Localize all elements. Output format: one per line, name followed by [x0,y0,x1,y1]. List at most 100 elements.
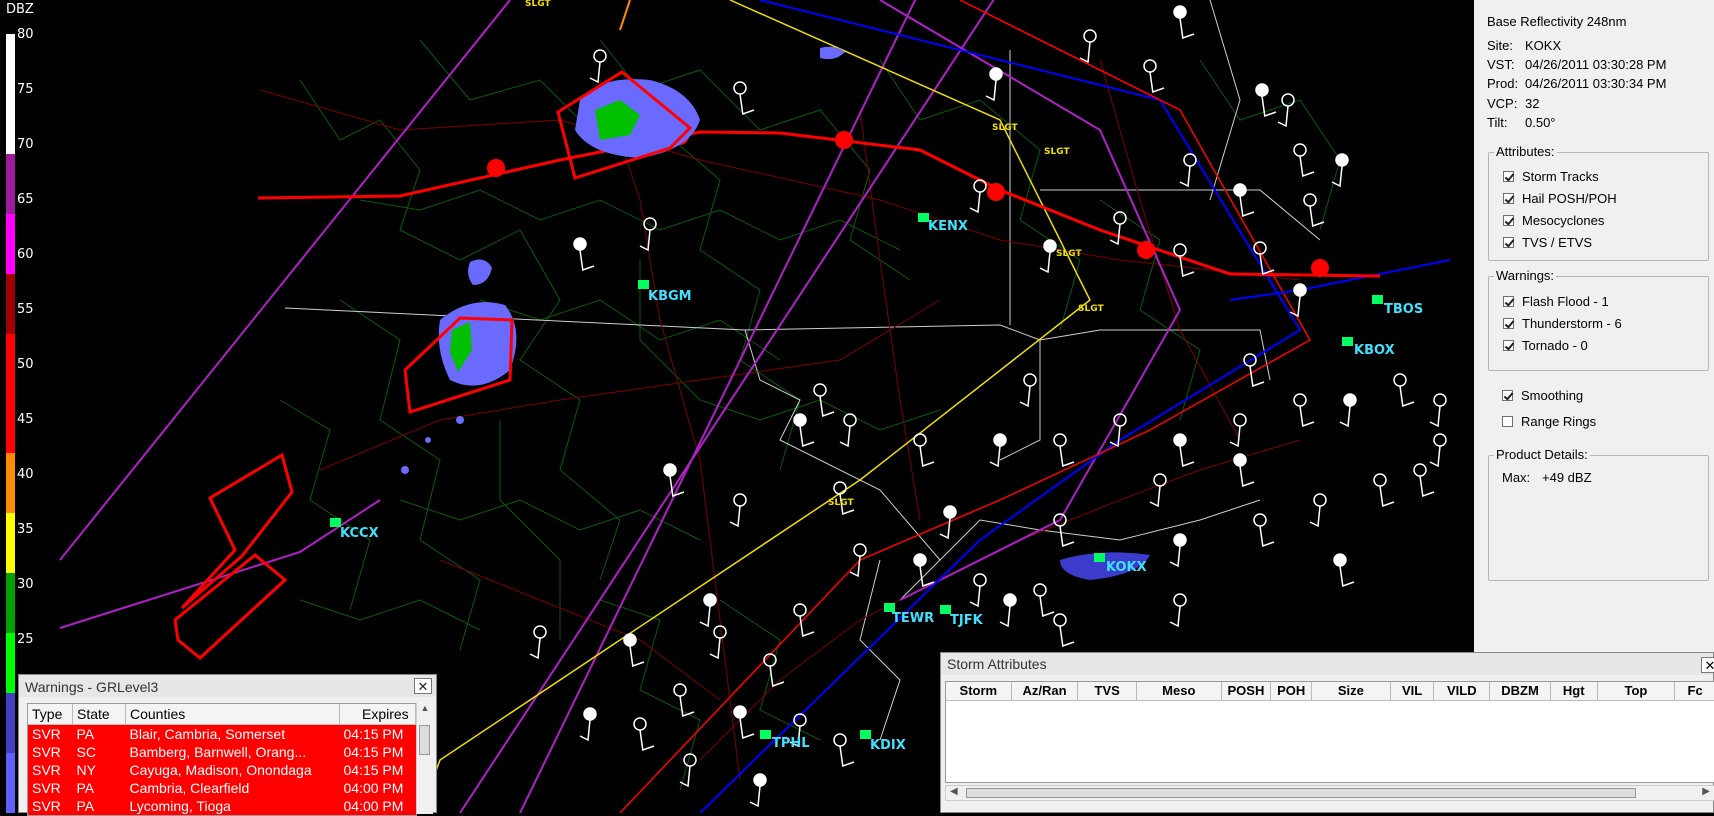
attr-hail[interactable]: Hail POSH/POH [1503,190,1617,206]
storm-attributes-window[interactable]: Storm Attributes ✕ Storm Az/Ran TVS Meso… [940,652,1714,813]
storm-hscrollbar[interactable]: ◀ ▶ [945,785,1714,801]
col-hgt[interactable]: Hgt [1551,682,1598,700]
station-sky-cover-icon [733,705,747,719]
table-row[interactable]: SVR PA Cambria, Clearfield 04:00 PM [28,779,416,797]
col-type[interactable]: Type [28,704,73,725]
dbz-color-segment [6,273,15,334]
scroll-right-icon[interactable]: ▶ [1702,786,1710,797]
station-sky-cover-icon [973,573,987,587]
warn-tornado[interactable]: Tornado - 0 [1503,337,1588,353]
checkbox[interactable] [1503,317,1514,329]
table-row[interactable]: SVR PA Lycoming, Tioga 04:00 PM [28,797,416,815]
col-fc[interactable]: Fc [1675,682,1714,700]
wind-barb-icon [1059,525,1075,548]
cell-type: SVR [28,797,73,815]
site-label-kdix[interactable]: KDIX [870,738,906,753]
outlook-label-slgt: SLGT [828,498,854,508]
warn-flash-flood[interactable]: Flash Flood - 1 [1503,293,1609,309]
attr-mesocyclones[interactable]: Mesocyclones [1503,212,1604,228]
checkbox[interactable] [1503,170,1514,182]
warnings-scrollbar[interactable]: ▲ [416,703,433,814]
col-dbzm[interactable]: DBZM [1490,682,1551,700]
attr-storm-tracks[interactable]: Storm Tracks [1503,168,1599,184]
smoothing-toggle[interactable]: Smoothing [1502,387,1583,403]
checkbox[interactable] [1503,214,1514,226]
product-details-title: Product Details: [1494,447,1590,462]
col-posh[interactable]: POSH [1222,682,1272,700]
wind-barb-icon [1079,41,1091,64]
col-storm[interactable]: Storm [946,682,1012,700]
warnings-titlebar[interactable]: Warnings - GRLevel3 ✕ [19,675,436,697]
scroll-thumb[interactable] [966,788,1636,798]
scroll-thumb[interactable] [419,725,430,755]
col-tvs[interactable]: TVS [1078,682,1137,700]
warnings-window[interactable]: Warnings - GRLevel3 ✕ Type State Countie… [18,674,437,816]
site-label-tphl[interactable]: TPHL [772,736,810,751]
col-vild[interactable]: VILD [1434,682,1491,700]
col-counties[interactable]: Counties [125,704,340,725]
close-icon[interactable]: ✕ [1701,657,1714,673]
wind-barb-icon [1239,465,1255,488]
table-row[interactable]: SVR SC Bamberg, Barnwell, Orang... 04:15… [28,743,416,761]
station-sky-cover-icon [1033,583,1047,597]
col-state[interactable]: State [72,704,126,725]
prod-info: Prod: 04/26/2011 03:30:34 PM [1487,76,1666,91]
close-icon[interactable]: ✕ [414,678,432,694]
checkbox[interactable] [1503,295,1514,307]
wind-barb-icon [729,505,741,528]
checkbox[interactable] [1502,389,1513,401]
col-expires[interactable]: Expires [339,704,416,725]
site-label-kenx[interactable]: KENX [928,219,968,234]
wind-barb-icon [939,517,951,540]
dbz-color-segment [6,513,15,574]
table-row[interactable]: SVR NY Cayuga, Madison, Onondaga 04:15 P… [28,761,416,779]
dbz-color-segment [6,753,15,813]
product-name: Base Reflectivity 248nm [1487,14,1627,29]
scroll-left-icon[interactable]: ◀ [950,786,958,797]
site-label-kbgm[interactable]: KBGM [648,289,692,304]
attr-tvs[interactable]: TVS / ETVS [1503,234,1592,250]
table-row[interactable]: SVR PA Blair, Cambria, Somerset 04:15 PM [28,724,416,743]
storm-titlebar[interactable]: Storm Attributes ✕ [941,653,1714,675]
warnings-group: Warnings: Flash Flood - 1 Thunderstorm -… [1488,268,1709,371]
wind-barb-icon [1399,385,1415,408]
site-label-kccx[interactable]: KCCX [340,526,379,541]
dbz-tick: 75 [17,82,34,97]
station-sky-cover-icon [573,237,587,251]
col-vil[interactable]: VIL [1391,682,1435,700]
checkbox[interactable] [1503,236,1514,248]
cell-state: PA [72,779,126,797]
wind-barb-icon [1169,545,1181,568]
col-az-ran[interactable]: Az/Ran [1012,682,1079,700]
outlook-label-slgt: SLGT [525,0,551,9]
station-sky-cover-icon [1413,463,1427,477]
site-label-kbox[interactable]: KBOX [1354,343,1395,358]
scroll-up-icon[interactable]: ▲ [417,703,433,713]
checkbox[interactable] [1502,415,1513,427]
tilt-label: Tilt: [1487,115,1508,130]
dbz-legend-title: DBZ [6,2,34,17]
col-top[interactable]: Top [1598,682,1676,700]
prod-label: Prod: [1487,76,1519,91]
col-meso[interactable]: Meso [1137,682,1222,700]
cell-counties: Blair, Cambria, Somerset [125,724,340,743]
col-poh[interactable]: POH [1271,682,1313,700]
col-size[interactable]: Size [1312,682,1391,700]
checkbox[interactable] [1503,192,1514,204]
station-sky-cover-icon [713,625,727,639]
max-dbz: Max: +49 dBZ [1502,470,1592,485]
site-label-kokx[interactable]: KOKX [1106,560,1147,575]
warn-thunderstorm[interactable]: Thunderstorm - 6 [1503,315,1622,331]
station-sky-cover-icon [593,49,607,63]
warning-polygons [173,70,693,660]
range-rings-toggle[interactable]: Range Rings [1502,413,1596,429]
site-label-tjfk[interactable]: TJFK [950,613,984,628]
dbz-tick: 45 [17,412,34,427]
station-sky-cover-icon [1373,473,1387,487]
dbz-color-segment [6,693,15,754]
tilt-value: 0.50° [1525,115,1556,130]
site-label-tbos[interactable]: TBOS [1384,302,1423,317]
checkbox[interactable] [1503,339,1514,351]
wind-barb-icon [1429,445,1441,468]
site-label-tewr[interactable]: TEWR [892,611,934,626]
